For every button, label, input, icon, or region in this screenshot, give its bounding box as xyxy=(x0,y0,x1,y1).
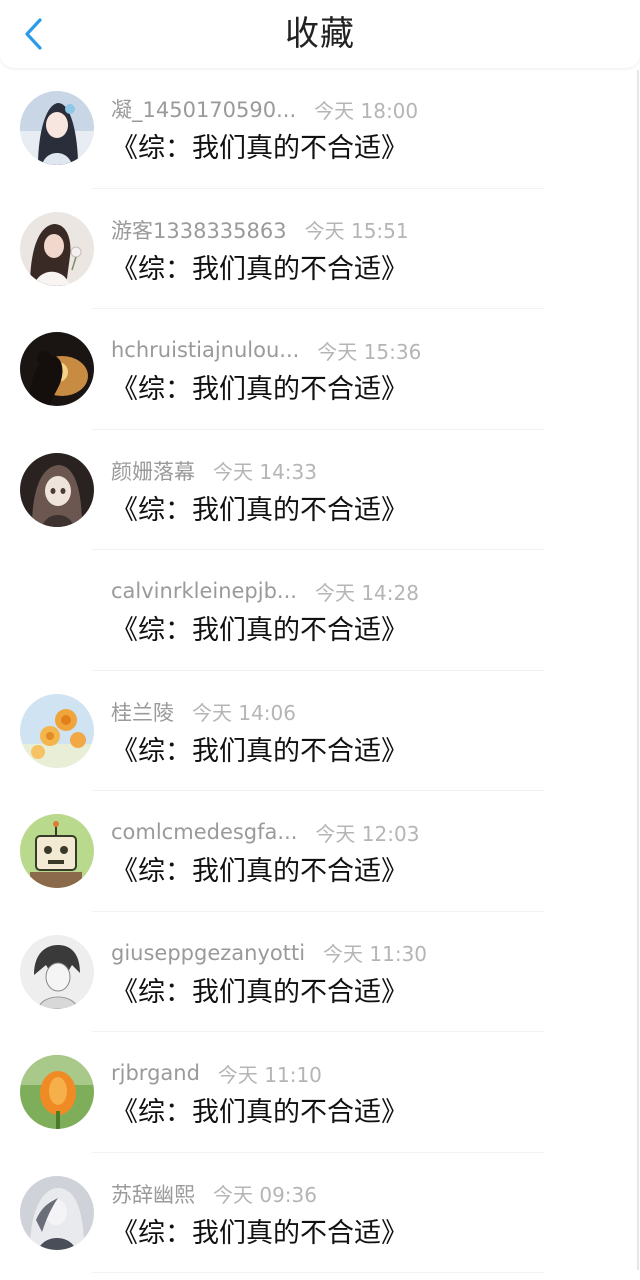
list-item[interactable]: 颜姗落幕 今天 14:33 《综：我们真的不合适》 xyxy=(0,430,640,551)
book-title[interactable]: 《综：我们真的不合适》 xyxy=(111,131,408,167)
user-name[interactable]: rjbrgand xyxy=(111,1061,200,1085)
book-title[interactable]: 《综：我们真的不合适》 xyxy=(111,613,408,649)
user-name[interactable]: 桂兰陵 xyxy=(111,697,174,727)
timestamp: 今天 14:33 xyxy=(213,460,317,484)
book-title[interactable]: 《综：我们真的不合适》 xyxy=(111,975,408,1011)
user-name[interactable]: 颜姗落幕 xyxy=(111,456,195,486)
list-item[interactable]: 桂兰陵 今天 14:06 《综：我们真的不合适》 xyxy=(0,671,640,792)
book-title[interactable]: 《综：我们真的不合适》 xyxy=(111,1216,408,1252)
item-meta: 凝_1450170590... 今天 18:00 xyxy=(111,94,418,124)
user-name[interactable]: giuseppgezanyotti xyxy=(111,941,305,965)
timestamp: 今天 11:10 xyxy=(217,1062,322,1087)
item-meta: hchruistiajnulou... 今天 15:36 xyxy=(111,335,421,365)
user-name[interactable]: 凝_1450170590... xyxy=(111,94,296,124)
book-title[interactable]: 《综：我们真的不合适》 xyxy=(111,252,408,288)
list-item[interactable]: rjbrgand 今天 11:10 《综：我们真的不合适》 xyxy=(0,1032,640,1153)
timestamp: 今天 14:06 xyxy=(192,701,296,725)
user-name[interactable]: 苏辞幽熙 xyxy=(111,1179,195,1209)
avatar-cartoon-robot-icon[interactable] xyxy=(20,814,94,888)
timestamp: 今天 18:00 xyxy=(314,98,419,123)
timestamp: 今天 15:36 xyxy=(317,339,422,364)
item-meta: comlcmedesgfa... 今天 12:03 xyxy=(111,817,419,847)
avatar-woman-flower-icon[interactable] xyxy=(20,211,94,286)
list-item[interactable]: hchruistiajnulou... 今天 15:36 《综：我们真的不合适》 xyxy=(0,309,640,430)
list-item[interactable]: comlcmedesgfa... 今天 12:03 《综：我们真的不合适》 xyxy=(0,791,640,912)
avatar-girl-blue-icon[interactable] xyxy=(20,91,94,165)
timestamp: 今天 15:51 xyxy=(304,219,409,243)
timestamp: 今天 14:28 xyxy=(314,580,419,605)
book-title[interactable]: 《综：我们真的不合适》 xyxy=(111,493,408,529)
avatar-anime-girl-dark-icon[interactable] xyxy=(20,452,94,527)
avatar-anime-sketch-icon[interactable] xyxy=(20,934,94,1009)
list-item[interactable]: giuseppgezanyotti 今天 11:30 《综：我们真的不合适》 xyxy=(0,912,640,1033)
list-item[interactable]: 游客1338335863 今天 15:51 《综：我们真的不合适》 xyxy=(0,189,640,310)
timestamp: 今天 11:30 xyxy=(323,942,428,966)
user-name[interactable]: 游客1338335863 xyxy=(111,215,287,245)
list-item[interactable]: 凝_1450170590... 今天 18:00 《综：我们真的不合适》 xyxy=(0,68,640,189)
item-meta: 苏辞幽熙 今天 09:36 xyxy=(111,1179,317,1209)
item-meta: calvinrkleinepjb... 今天 14:28 xyxy=(111,576,419,606)
item-meta: rjbrgand 今天 11:10 xyxy=(111,1058,322,1088)
item-meta: giuseppgezanyotti 今天 11:30 xyxy=(111,938,427,968)
user-name[interactable]: calvinrkleinepjb... xyxy=(111,579,297,603)
avatar-silhouette-sunset-icon[interactable] xyxy=(20,332,94,406)
list-item[interactable]: calvinrkleinepjb... 今天 14:28 《综：我们真的不合适》 xyxy=(0,550,640,671)
item-meta: 游客1338335863 今天 15:51 xyxy=(111,215,409,245)
timestamp: 今天 09:36 xyxy=(213,1183,317,1207)
avatar-orange-flowers-icon[interactable] xyxy=(20,693,94,768)
book-title[interactable]: 《综：我们真的不合适》 xyxy=(111,372,408,408)
book-title[interactable]: 《综：我们真的不合适》 xyxy=(111,734,408,770)
user-name[interactable]: comlcmedesgfa... xyxy=(111,820,297,844)
avatar-orange-flower-icon[interactable] xyxy=(20,1055,94,1129)
item-meta: 桂兰陵 今天 14:06 xyxy=(111,697,296,727)
timestamp: 今天 12:03 xyxy=(315,821,420,846)
page-title: 收藏 xyxy=(285,14,355,54)
user-name[interactable]: hchruistiajnulou... xyxy=(111,338,299,362)
book-title[interactable]: 《综：我们真的不合适》 xyxy=(111,1095,408,1131)
top-bar: 收藏 xyxy=(0,0,640,68)
favorites-list: 凝_1450170590... 今天 18:00 《综：我们真的不合适》 游客1… xyxy=(0,68,640,1273)
avatar-anime-grey-icon[interactable] xyxy=(20,1175,94,1250)
item-meta: 颜姗落幕 今天 14:33 xyxy=(111,456,317,486)
list-item[interactable]: 苏辞幽熙 今天 09:36 《综：我们真的不合适》 xyxy=(0,1153,640,1274)
scrollbar[interactable] xyxy=(637,70,639,1270)
book-title[interactable]: 《综：我们真的不合适》 xyxy=(111,854,408,890)
